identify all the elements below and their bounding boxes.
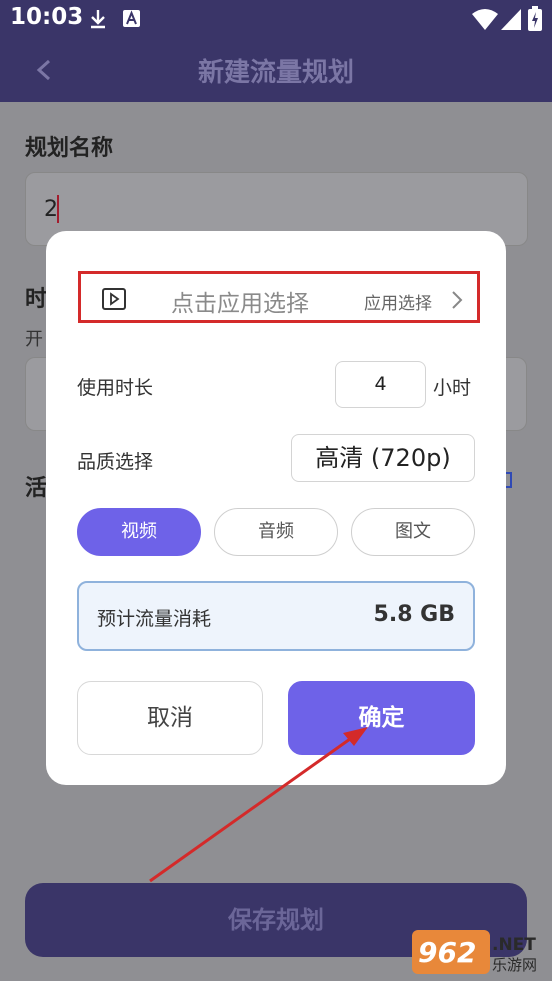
start-time-field[interactable] bbox=[25, 357, 46, 431]
battery-icon bbox=[528, 6, 542, 31]
duration-input[interactable]: 4 bbox=[335, 361, 426, 408]
activity-label: 活 bbox=[25, 476, 48, 501]
tab-text-image[interactable]: 图文 bbox=[351, 508, 475, 556]
time-section-label: 时 bbox=[25, 287, 48, 312]
quality-select[interactable]: 高清 (720p) bbox=[291, 434, 475, 482]
download-icon bbox=[91, 10, 105, 29]
cancel-button[interactable]: 取消 bbox=[77, 681, 263, 755]
quality-label: 品质选择 bbox=[77, 451, 154, 473]
status-time: 10:03 bbox=[10, 4, 84, 30]
svg-text:.NET: .NET bbox=[492, 935, 536, 955]
tab-video[interactable]: 视频 bbox=[77, 508, 201, 556]
confirm-button[interactable]: 确定 bbox=[288, 681, 475, 755]
svg-text:962: 962 bbox=[418, 936, 476, 969]
estimate-label: 预计流量消耗 bbox=[97, 608, 212, 630]
svg-text:乐游网: 乐游网 bbox=[492, 956, 537, 974]
app-bar: 新建流量规划 bbox=[0, 40, 552, 102]
app-picker-placeholder: 点击应用选择 bbox=[171, 291, 309, 317]
notification-a-icon bbox=[123, 10, 140, 27]
status-bar: 10:03 bbox=[0, 0, 552, 40]
play-icon bbox=[102, 288, 126, 310]
signal-icon bbox=[501, 9, 521, 30]
plan-name-value: 2 bbox=[44, 197, 58, 222]
wifi-icon bbox=[472, 9, 498, 30]
chevron-right-icon bbox=[452, 291, 463, 309]
watermark-logo: 962 .NET 乐游网 bbox=[412, 928, 548, 976]
duration-unit: 小时 bbox=[433, 377, 472, 399]
end-time-field[interactable] bbox=[506, 357, 527, 431]
text-cursor bbox=[57, 195, 59, 223]
app-picker-action: 应用选择 bbox=[364, 294, 432, 314]
start-label: 开 bbox=[25, 329, 43, 350]
tab-audio[interactable]: 音频 bbox=[214, 508, 338, 556]
page-title: 新建流量规划 bbox=[197, 58, 354, 88]
app-picker[interactable]: 点击应用选择 应用选择 bbox=[78, 271, 480, 323]
estimate-card: 预计流量消耗 5.8 GB bbox=[77, 581, 475, 651]
estimate-value: 5.8 GB bbox=[373, 602, 455, 627]
watermark-graphic: 962 .NET 乐游网 bbox=[412, 930, 537, 974]
plan-name-label: 规划名称 bbox=[25, 136, 114, 161]
duration-label: 使用时长 bbox=[77, 377, 154, 399]
